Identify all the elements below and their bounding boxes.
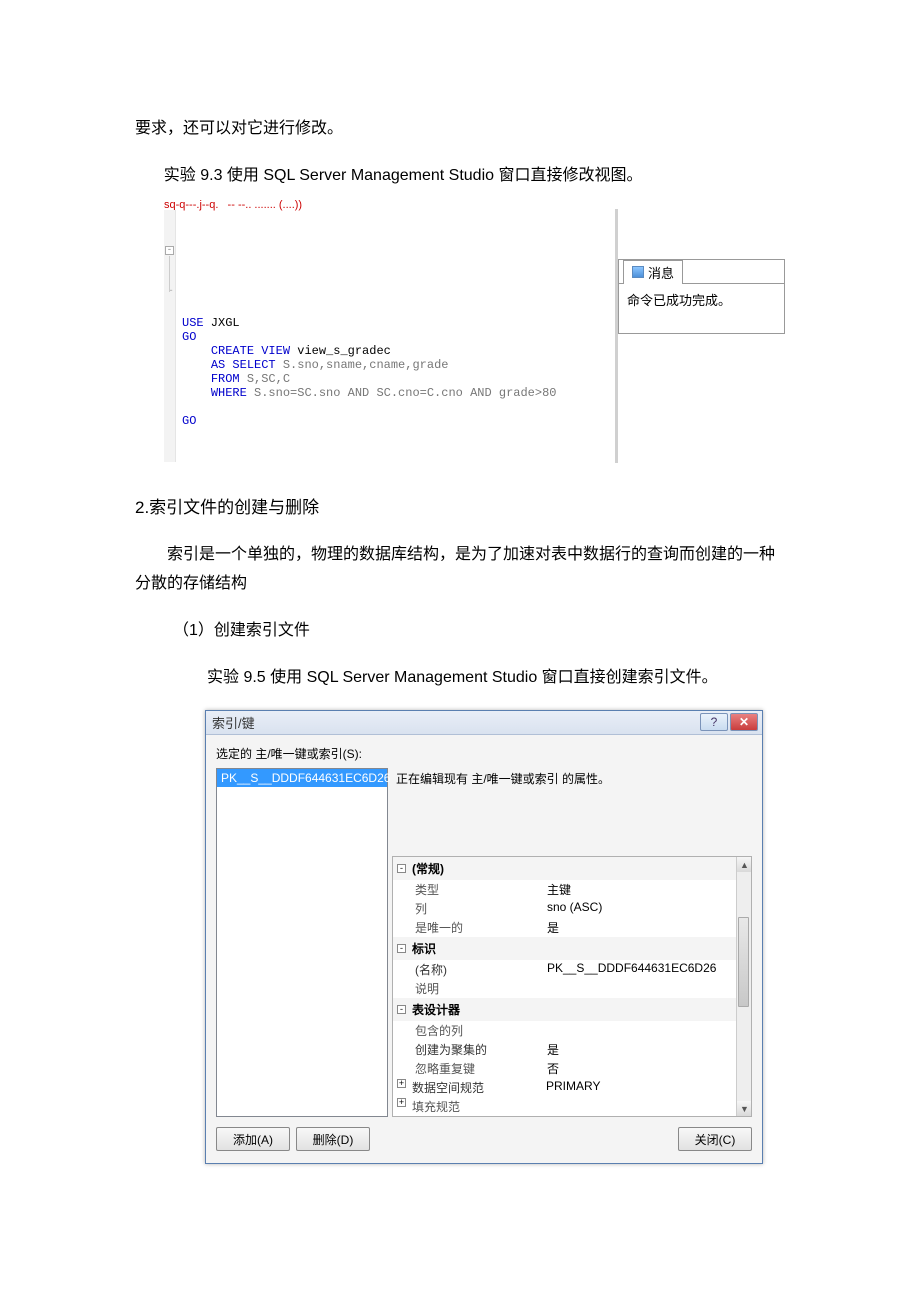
prop-type-v[interactable]: 主键 [543,881,751,898]
tab-garble: sq-q---.j--q. -- --.. ....... (....)) [164,199,302,211]
close-icon: ✕ [739,715,749,729]
expand-icon[interactable]: + [397,1079,406,1088]
list-label: 选定的 主/唯一键或索引(S): [216,745,752,762]
help-button[interactable]: ? [700,713,728,731]
index-list[interactable]: PK__S__DDDF644631EC6D26 [216,768,388,1117]
prop-spec-k: 说明 [393,980,543,997]
close-dialog-button[interactable]: 关闭(C) [678,1127,752,1151]
sql-editor: sq-q---.j--q. -- --.. ....... (....)) - … [163,209,599,463]
category-general[interactable]: -(常规) [393,857,751,880]
kw-where: WHERE [211,386,247,400]
prop-inc-k: 包含的列 [393,1022,543,1039]
scroll-up-icon[interactable]: ▲ [737,857,752,872]
index-keys-dialog: 索引/键 ? ✕ 选定的 主/唯一键或索引(S): PK__S__DDDF644… [205,710,763,1164]
expand-icon[interactable]: + [397,1098,406,1107]
kw-create: CREATE [211,344,254,358]
prop-name-k: (名称) [393,961,543,978]
prop-col-k: 列 [393,900,543,917]
kw-as: AS [211,358,225,372]
prop-dup-v[interactable]: 否 [543,1060,751,1077]
dialog-title: 索引/键 [212,713,255,732]
category-designer[interactable]: -表设计器 [393,998,751,1021]
db-name: JXGL [204,316,240,330]
add-button[interactable]: 添加(A) [216,1127,290,1151]
property-grid[interactable]: -(常规) 类型主键 列sno (ASC) 是唯一的是 -标识 (名称)PK__… [392,856,752,1117]
messages-pane: 消息 命令已成功完成。 [615,209,785,463]
prop-clus-v[interactable]: 是 [543,1041,751,1058]
prop-clus-k: 创建为聚集的 [393,1041,543,1058]
messages-tab[interactable]: 消息 [623,260,683,284]
message-icon [632,266,644,278]
collapse-icon[interactable]: - [397,864,406,873]
dialog-titlebar: 索引/键 ? ✕ [206,711,762,735]
kw-select: SELECT [225,358,275,372]
kw-go: GO [182,330,196,344]
kw-from: FROM [211,372,240,386]
message-body: 命令已成功完成。 [619,283,784,333]
prop-fill-k: 填充规范 [412,1098,542,1115]
prop-space-k: 数据空间规范 [412,1079,542,1096]
category-identity[interactable]: -标识 [393,937,751,960]
collapse-icon[interactable]: - [397,1005,406,1014]
step-1: （1）创建索引文件 [135,617,785,646]
close-button[interactable]: ✕ [730,713,758,731]
prop-col-v[interactable]: sno (ASC) [543,900,751,917]
prop-uniq-v[interactable]: 是 [543,919,751,936]
index-list-item-selected[interactable]: PK__S__DDDF644631EC6D26 [217,769,387,787]
prop-space-v[interactable]: PRIMARY [542,1079,751,1096]
prop-inc-v[interactable] [543,1022,751,1039]
scrollbar[interactable]: ▲ ▼ [736,857,751,1116]
select-cols: S.sno,sname,cname,grade [276,358,449,372]
description: 正在编辑现有 主/唯一键或索引 的属性。 [392,768,752,856]
fold-bracket [169,256,170,292]
kw-go2: GO [182,414,196,428]
kw-use: USE [182,316,204,330]
prop-type-k: 类型 [393,881,543,898]
where-cond: S.sno=SC.sno AND SC.cno=C.cno AND grade>… [247,386,557,400]
sql-screenshot: sq-q---.j--q. -- --.. ....... (....)) - … [163,209,785,463]
paragraph: 索引是一个单独的，物理的数据库结构，是为了加速对表中数据行的查询而创建的一种分散… [135,541,785,599]
prop-spec-v[interactable] [543,980,751,997]
help-icon: ? [711,715,718,729]
experiment-9-5: 实验 9.5 使用 SQL Server Management Studio 窗… [135,664,785,693]
experiment-9-3: 实验 9.3 使用 SQL Server Management Studio 窗… [135,162,785,191]
view-name: view_s_gradec [290,344,391,358]
prop-dup-k: 忽略重复键 [393,1060,543,1077]
scroll-thumb[interactable] [738,917,749,1007]
code: USE JXGL GO CREATE VIEW view_s_gradec AS… [164,314,598,434]
kw-view: VIEW [254,344,290,358]
messages-tab-label: 消息 [648,263,674,282]
delete-button[interactable]: 删除(D) [296,1127,370,1151]
scroll-down-icon[interactable]: ▼ [737,1101,752,1116]
section-heading-2: 2.索引文件的创建与删除 [135,493,785,524]
from-tables: S,SC,C [240,372,290,386]
paragraph: 要求，还可以对它进行修改。 [135,115,785,144]
prop-uniq-k: 是唯一的 [393,919,543,936]
prop-name-v[interactable]: PK__S__DDDF644631EC6D26 [543,961,751,978]
fold-minus-icon[interactable]: - [165,246,174,255]
collapse-icon[interactable]: - [397,944,406,953]
prop-fill-v[interactable] [542,1098,751,1115]
